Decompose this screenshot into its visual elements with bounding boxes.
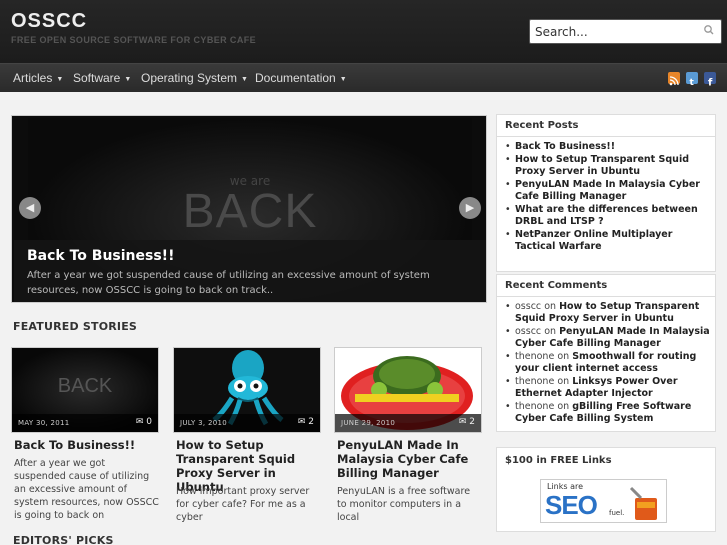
comment-on: on — [544, 301, 557, 312]
recent-post-link[interactable]: How to Setup Transparent Squid Proxy Ser… — [515, 154, 689, 177]
comment-count-value: 2 — [308, 417, 314, 427]
list-item: thenone on gBilling Free Software Cyber … — [505, 401, 710, 425]
slide-title[interactable]: Back To Business!! — [27, 248, 174, 264]
story-excerpt: PenyuLAN is a free software to monitor c… — [337, 486, 471, 523]
comment-icon: ✉ — [297, 417, 306, 427]
twitter-icon[interactable]: t — [686, 72, 698, 88]
story-excerpt: After a year we got suspended cause of u… — [14, 458, 159, 521]
comment-author: thenone — [515, 376, 555, 387]
recent-comments-list: osscc on How to Setup Transparent Squid … — [505, 301, 710, 426]
story-thumbnail[interactable]: BACK MAY 30, 2011 ✉ 0 — [11, 347, 159, 433]
comment-author: osscc — [515, 326, 542, 337]
featured-slider[interactable]: we are BACK ◀ ▶ Back To Business!! After… — [11, 115, 487, 303]
list-item: Back To Business!! — [505, 141, 710, 153]
thumbnail-text: BACK — [57, 375, 113, 397]
story-meta: MAY 30, 2011 ✉ 0 — [12, 414, 158, 432]
slide-image-text-big: BACK — [182, 185, 318, 238]
slider-next-button[interactable]: ▶ — [459, 197, 481, 219]
slide-excerpt: After a year we got suspended cause of u… — [27, 270, 430, 296]
divider — [497, 296, 715, 297]
recent-post-link[interactable]: What are the differences between DRBL an… — [515, 204, 698, 227]
divider — [497, 136, 715, 137]
caret-down-icon: ▼ — [56, 76, 64, 83]
list-item: thenone on Smoothwall for routing your c… — [505, 351, 710, 375]
comment-count: ✉ 0 — [136, 417, 152, 427]
site-title[interactable]: OSSCC — [11, 10, 87, 33]
nav-label: Articles — [13, 71, 53, 85]
widget-title: $100 in FREE Links — [505, 455, 612, 466]
facebook-icon[interactable]: f — [704, 72, 716, 89]
recent-post-link[interactable]: Back To Business!! — [515, 141, 615, 152]
story-thumbnail[interactable]: JUNE 29, 2010 ✉ 2 — [334, 347, 482, 433]
caret-down-icon: ▼ — [339, 76, 347, 83]
story-date: JULY 3, 2010 — [180, 419, 227, 427]
comment-count: ✉ 2 — [298, 417, 314, 427]
slider-prev-button[interactable]: ◀ — [19, 197, 41, 219]
story-date: MAY 30, 2011 — [18, 419, 70, 427]
caret-down-icon: ▼ — [124, 76, 132, 83]
comment-icon: ✉ — [458, 417, 467, 427]
recent-post-link[interactable]: PenyuLAN Made In Malaysia Cyber Cafe Bil… — [515, 179, 700, 202]
site-header: OSSCC FREE OPEN SOURCE SOFTWARE FOR CYBE… — [0, 0, 727, 63]
comment-author: thenone — [515, 351, 555, 362]
caret-down-icon: ▼ — [241, 76, 248, 83]
comment-count-value: 2 — [469, 417, 475, 427]
main-nav: Articles ▼ Software ▼ Operating System ▼ Do… — [0, 63, 727, 92]
comment-on: on — [544, 326, 557, 337]
list-item: NetPanzer Online Multiplayer Tactical Wa… — [505, 229, 710, 253]
editors-picks-heading: EDITORS' PICKS — [13, 534, 114, 545]
featured-stories-heading: FEATURED STORIES — [13, 320, 138, 333]
story-meta: JUNE 29, 2010 ✉ 2 — [335, 414, 481, 432]
nav-item-articles[interactable]: Articles ▼ — [13, 71, 63, 85]
widget-title: Recent Posts — [505, 120, 579, 131]
recent-post-link[interactable]: NetPanzer Online Multiplayer Tactical Wa… — [515, 229, 672, 252]
search-input[interactable] — [530, 20, 695, 43]
story-meta: JULY 3, 2010 ✉ 2 — [174, 414, 320, 432]
nav-label: Documentation — [255, 71, 336, 85]
list-item: osscc on PenyuLAN Made In Malaysia Cyber… — [505, 326, 710, 350]
free-links-widget: $100 in FREE Links Links are SEO fuel. — [496, 447, 716, 532]
story-date: JUNE 29, 2010 — [341, 419, 396, 427]
recent-comments-widget: Recent Comments osscc on How to Setup Tr… — [496, 274, 716, 432]
nav-item-operating-system[interactable]: Operating System ▼ — [141, 71, 248, 85]
comment-post-link[interactable]: How to Setup Transparent Squid Proxy Ser… — [515, 301, 699, 324]
comment-author: thenone — [515, 401, 555, 412]
nav-item-software[interactable]: Software ▼ — [73, 71, 131, 85]
list-item: PenyuLAN Made In Malaysia Cyber Cafe Bil… — [505, 179, 710, 203]
fuel-can-icon — [629, 486, 657, 520]
comment-icon: ✉ — [135, 417, 144, 427]
story-title[interactable]: Back To Business!! — [14, 438, 159, 452]
nav-label: Software — [73, 71, 121, 85]
widget-title: Recent Comments — [505, 280, 608, 291]
comment-author: osscc — [515, 301, 542, 312]
site-tagline: FREE OPEN SOURCE SOFTWARE FOR CYBER CAFE — [11, 35, 257, 45]
comment-count-value: 0 — [146, 417, 152, 427]
list-item: How to Setup Transparent Squid Proxy Ser… — [505, 154, 710, 178]
recent-posts-list: Back To Business!! How to Setup Transpar… — [505, 141, 710, 254]
slide-caption: Back To Business!! After a year we got s… — [14, 240, 486, 302]
banner-text-suffix: fuel. — [609, 509, 625, 517]
story-title[interactable]: PenyuLAN Made In Malaysia Cyber Cafe Bil… — [337, 438, 482, 480]
story-excerpt: How important proxy server for cyber caf… — [176, 486, 310, 523]
search-box — [529, 19, 722, 44]
rss-icon[interactable] — [668, 72, 680, 86]
comment-count: ✉ 2 — [459, 417, 475, 427]
list-item: thenone on Linksys Power Over Ethernet A… — [505, 376, 710, 400]
story-thumbnail[interactable]: JULY 3, 2010 ✉ 2 — [173, 347, 321, 433]
comment-on: on — [557, 351, 570, 362]
comment-on: on — [557, 376, 570, 387]
nav-label: Operating System — [141, 71, 238, 85]
seo-banner[interactable]: Links are SEO fuel. — [540, 479, 667, 523]
banner-seo-text: SEO — [545, 490, 598, 520]
recent-posts-widget: Recent Posts Back To Business!! How to S… — [496, 114, 716, 272]
svg-text:f: f — [708, 78, 713, 88]
list-item: osscc on How to Setup Transparent Squid … — [505, 301, 710, 325]
comment-on: on — [557, 401, 570, 412]
search-icon[interactable] — [702, 23, 716, 37]
nav-item-documentation[interactable]: Documentation ▼ — [255, 71, 347, 85]
svg-text:t: t — [690, 78, 695, 87]
list-item: What are the differences between DRBL an… — [505, 204, 710, 228]
